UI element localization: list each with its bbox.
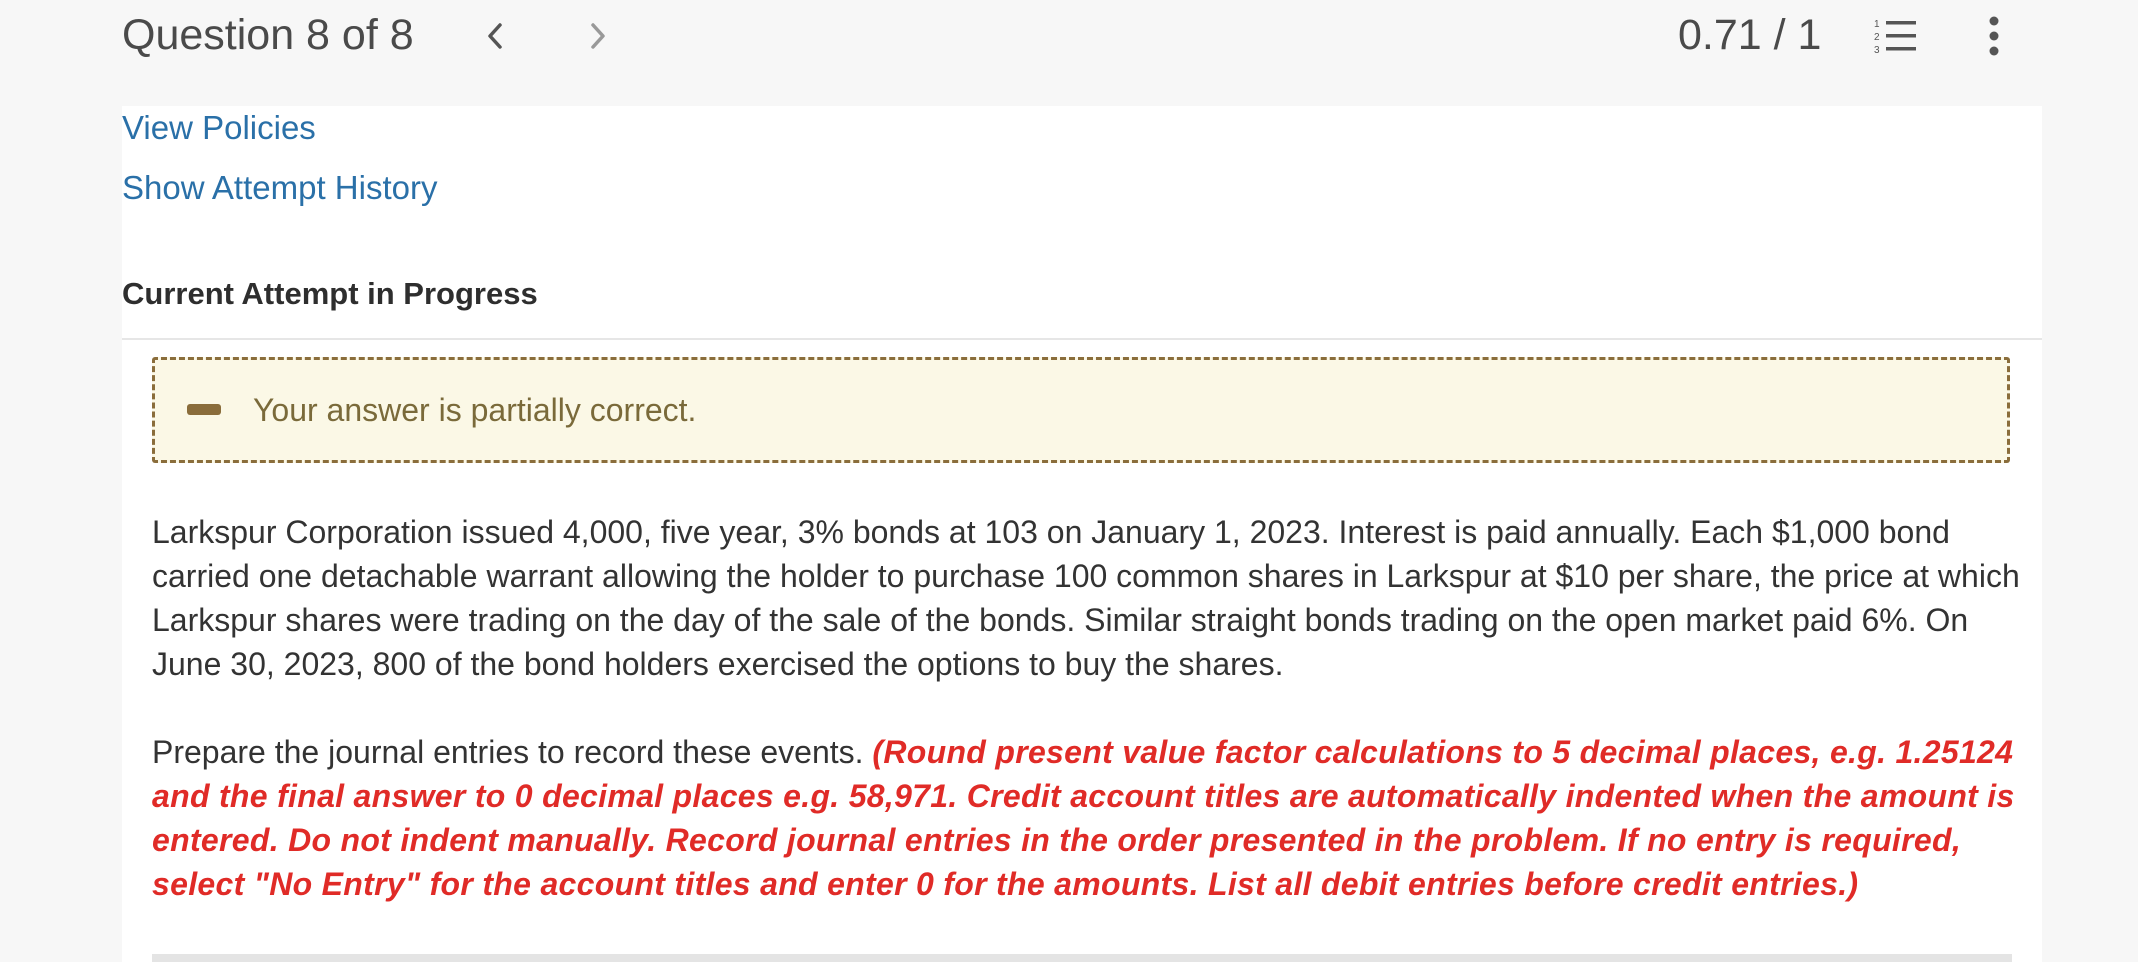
feedback-message: Your answer is partially correct. <box>253 392 697 428</box>
next-question-button[interactable] <box>578 14 618 58</box>
question-list-button[interactable]: 1 2 3 <box>1873 16 1919 56</box>
svg-text:1: 1 <box>1874 19 1880 30</box>
feedback-banner: Your answer is partially correct. <box>152 357 2010 463</box>
problem-prompt: Prepare the journal entries to record th… <box>152 734 864 770</box>
problem-prompt-paragraph: Prepare the journal entries to record th… <box>152 730 2032 906</box>
question-header: Question 8 of 8 0.71 / 1 1 2 3 <box>0 0 2138 106</box>
numbered-list-icon: 1 2 3 <box>1874 19 1916 56</box>
show-attempt-history-link[interactable]: Show Attempt History <box>122 168 437 208</box>
chevron-right-icon <box>591 23 605 49</box>
attempt-title: Current Attempt in Progress <box>122 276 538 311</box>
view-policies-link[interactable]: View Policies <box>122 108 316 148</box>
question-content: View Policies Show Attempt History Curre… <box>122 106 2042 962</box>
question-counter: Question 8 of 8 <box>122 11 414 59</box>
more-vertical-icon <box>1989 16 1999 56</box>
score-display: 0.71 / 1 <box>1678 11 1822 59</box>
divider <box>122 338 2042 340</box>
svg-text:2: 2 <box>1874 32 1880 43</box>
problem-statement: Larkspur Corporation issued 4,000, five … <box>152 514 2020 682</box>
partial-correct-icon <box>187 404 221 415</box>
chevron-left-icon <box>488 23 502 49</box>
more-options-button[interactable] <box>1980 14 2008 58</box>
previous-question-button[interactable] <box>475 14 515 58</box>
answer-area-top <box>152 954 2012 962</box>
svg-text:3: 3 <box>1874 45 1880 56</box>
